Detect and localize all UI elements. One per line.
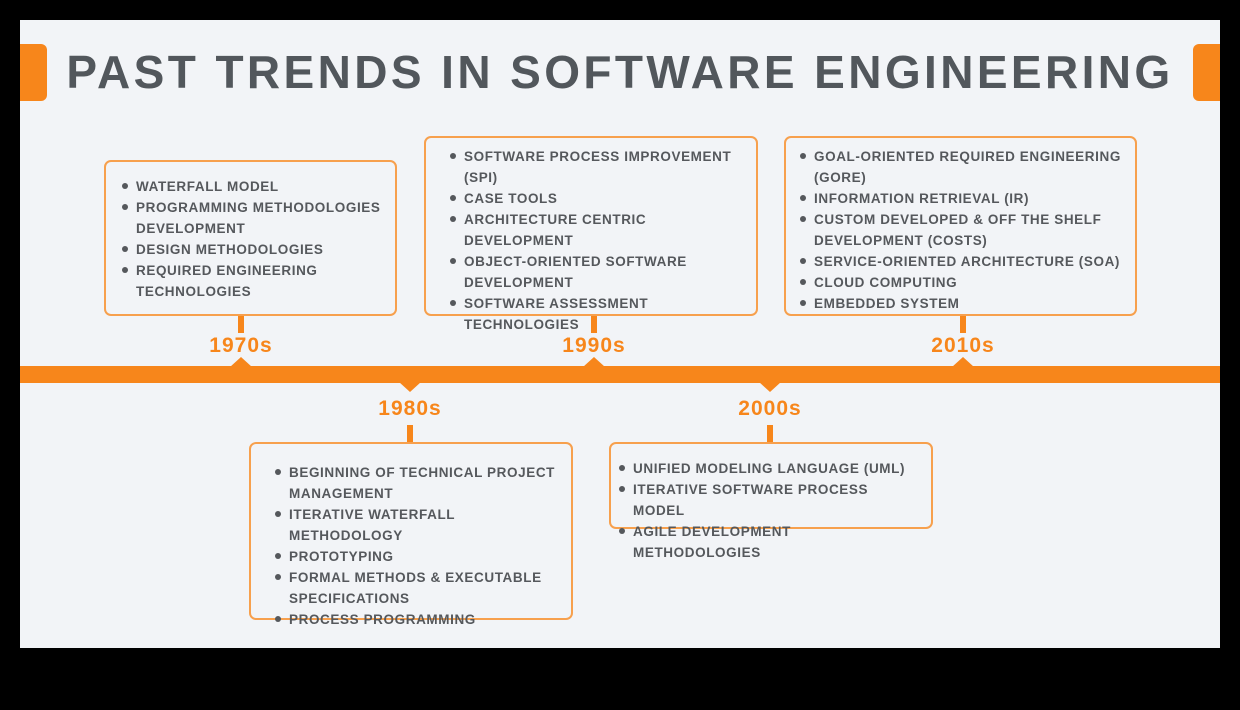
trend-item: REQUIRED ENGINEERING TECHNOLOGIES	[120, 260, 387, 302]
trend-item: INFORMATION RETRIEVAL (IR)	[798, 188, 1127, 209]
title-accent-right	[1193, 44, 1220, 101]
era-box-2000s: UNIFIED MODELING LANGUAGE (UML) ITERATIVE…	[609, 442, 933, 560]
trend-item: ARCHITECTURE CENTRIC DEVELOPMENT	[448, 209, 748, 251]
trend-item: PROTOTYPING	[273, 546, 563, 567]
trend-item: DESIGN METHODOLOGIES	[120, 239, 387, 260]
trend-item: AGILE DEVELOPMENT METHODOLOGIES	[617, 521, 923, 563]
trend-item: PROCESS PROGRAMMING	[273, 609, 563, 630]
timeline-marker	[399, 382, 421, 392]
trend-item: CASE TOOLS	[448, 188, 748, 209]
trend-item: CLOUD COMPUTING	[798, 272, 1127, 293]
era-box-1980s: BEGINNING OF TECHNICAL PROJECT MANAGEMEN…	[249, 442, 573, 627]
trend-item: WATERFALL MODEL	[120, 176, 387, 197]
trend-item: OBJECT-ORIENTED SOFTWARE DEVELOPMENT	[448, 251, 748, 293]
timeline-marker	[952, 357, 974, 367]
title-accent-left	[20, 44, 47, 101]
infographic: PAST TRENDS IN SOFTWARE ENGINEERING 1970…	[0, 0, 1240, 710]
trend-item: EMBEDDED SYSTEM	[798, 293, 1127, 314]
timeline-marker	[230, 357, 252, 367]
trend-list: SOFTWARE PROCESS IMPROVEMENT (SPI) CASE T…	[448, 146, 748, 335]
timeline-marker	[759, 382, 781, 392]
trend-item: SOFTWARE ASSESSMENT TECHNOLOGIES	[448, 293, 748, 335]
trend-item: CUSTOM DEVELOPED & OFF THE SHELF DEVELOP…	[798, 209, 1127, 251]
trend-list: WATERFALL MODEL PROGRAMMING METHODOLOGIES…	[120, 176, 387, 302]
trend-item: FORMAL METHODS & EXECUTABLE SPECIFICATIO…	[273, 567, 563, 609]
trend-item: UNIFIED MODELING LANGUAGE (UML)	[617, 458, 923, 479]
timeline-marker	[583, 357, 605, 367]
connector	[238, 316, 244, 333]
trend-item: GOAL-ORIENTED REQUIRED ENGINEERING (GORE…	[798, 146, 1127, 188]
page-title: PAST TRENDS IN SOFTWARE ENGINEERING	[66, 46, 1174, 98]
trend-list: GOAL-ORIENTED REQUIRED ENGINEERING (GORE…	[798, 146, 1127, 314]
era-label: 1970s	[209, 334, 273, 357]
era-label: 2000s	[738, 397, 802, 420]
timeline-bar	[20, 366, 1220, 383]
era-box-1970s: WATERFALL MODEL PROGRAMMING METHODOLOGIES…	[104, 160, 397, 316]
era-box-1990s: SOFTWARE PROCESS IMPROVEMENT (SPI) CASE T…	[424, 136, 758, 332]
trend-list: BEGINNING OF TECHNICAL PROJECT MANAGEMEN…	[273, 462, 563, 630]
era-label: 2010s	[931, 334, 995, 357]
trend-item: PROGRAMMING METHODOLOGIES DEVELOPMENT	[120, 197, 387, 239]
era-box-2010s: GOAL-ORIENTED REQUIRED ENGINEERING (GORE…	[784, 136, 1137, 316]
trend-item: ITERATIVE WATERFALL METHODOLOGY	[273, 504, 563, 546]
trend-item: BEGINNING OF TECHNICAL PROJECT MANAGEMEN…	[273, 462, 563, 504]
trend-item: SOFTWARE PROCESS IMPROVEMENT (SPI)	[448, 146, 748, 188]
trend-list: UNIFIED MODELING LANGUAGE (UML) ITERATIVE…	[617, 458, 923, 563]
connector	[407, 425, 413, 442]
connector	[960, 316, 966, 333]
trend-item: SERVICE-ORIENTED ARCHITECTURE (SOA)	[798, 251, 1127, 272]
era-label: 1990s	[562, 334, 626, 357]
trend-item: ITERATIVE SOFTWARE PROCESS MODEL	[617, 479, 923, 521]
connector	[767, 425, 773, 442]
era-label: 1980s	[378, 397, 442, 420]
